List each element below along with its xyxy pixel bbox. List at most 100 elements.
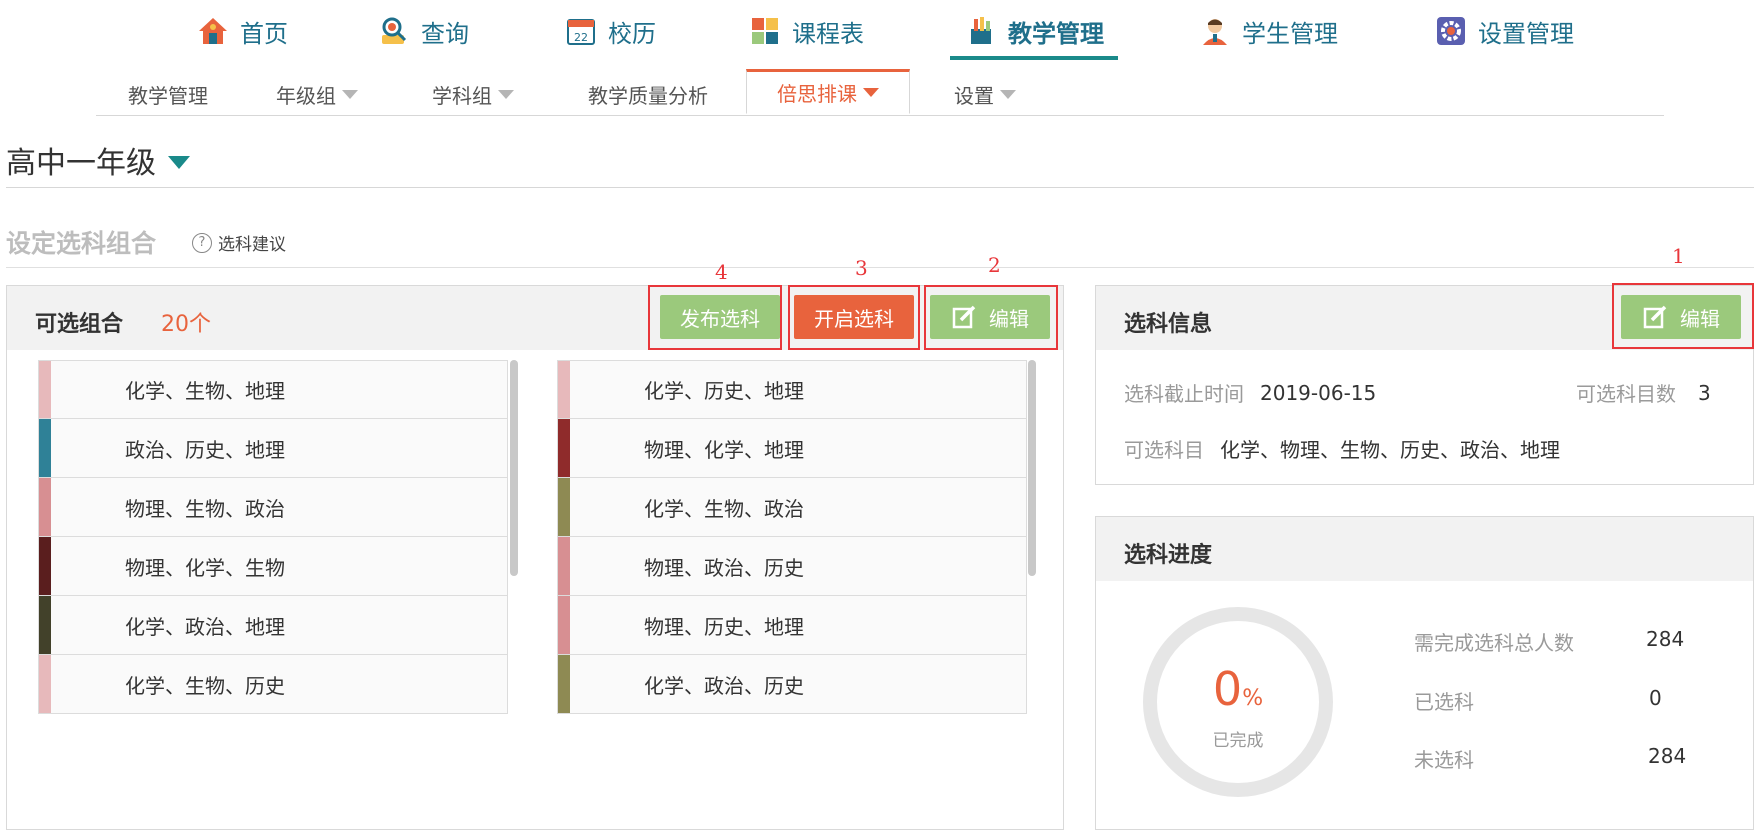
combo-item-label: 化学、生物、地理 (125, 379, 285, 403)
caret-down-icon (168, 155, 190, 169)
timetable-grid-icon (748, 14, 782, 48)
combos-list-right: 化学、历史、地理 物理、化学、地理 化学、生物、政治 物理、政治、历史 物理、历史、地理… (557, 360, 1027, 714)
subnav-quality-label: 教学质量分析 (588, 83, 708, 108)
annotation-number: 3 (855, 256, 868, 280)
subnav-subject-group-label: 学科组 (432, 83, 492, 108)
combo-item[interactable]: 化学、政治、地理 (38, 596, 508, 655)
subnav-scheduling-label: 倍思排课 (777, 82, 857, 106)
subnav-teaching[interactable]: 教学管理 (128, 72, 208, 116)
combo-color-bar (39, 655, 51, 713)
pencil-cup-icon (964, 14, 998, 48)
combo-item[interactable]: 物理、历史、地理 (557, 596, 1027, 655)
combo-color-bar (39, 419, 51, 477)
subnav-subject-group[interactable]: 学科组 (432, 72, 514, 116)
nav-query-label: 查询 (421, 19, 469, 48)
scrollbar[interactable] (1028, 360, 1036, 576)
combo-item-label: 物理、化学、生物 (125, 555, 285, 580)
annotation-number: 2 (988, 253, 1001, 277)
subject-count-value: 3 (1698, 380, 1711, 405)
combo-color-bar (558, 596, 570, 654)
selection-progress-header: 选科进度 (1096, 517, 1753, 581)
selection-advice-label: 选科建议 (218, 235, 286, 255)
nav-home-label: 首页 (240, 19, 288, 48)
subnav-grade-group[interactable]: 年级组 (276, 72, 358, 116)
gear-icon (1434, 14, 1468, 48)
combo-item-label: 化学、政治、地理 (125, 614, 285, 639)
selected-label: 已选科 (1414, 690, 1474, 714)
nav-query[interactable]: 查询 (377, 0, 469, 62)
combo-item[interactable]: 化学、生物、地理 (38, 360, 508, 419)
divider (6, 267, 1754, 268)
subjects-label: 可选科目 (1124, 438, 1204, 462)
annotation-box (924, 285, 1058, 350)
annotation-box (788, 285, 920, 350)
subnav-scheduling[interactable]: 倍思排课 (746, 69, 910, 114)
combo-item[interactable]: 物理、化学、生物 (38, 537, 508, 596)
progress-percent: 0% (1140, 662, 1336, 716)
unselected-label: 未选科 (1414, 748, 1474, 772)
nav-teaching-label: 教学管理 (1008, 19, 1104, 48)
progress-percent-sign: % (1242, 686, 1264, 711)
selection-info-title: 选科信息 (1124, 312, 1213, 337)
nav-students[interactable]: 学生管理 (1198, 0, 1338, 62)
scrollbar[interactable] (510, 360, 518, 576)
combo-color-bar (39, 361, 51, 418)
combo-item-label: 化学、历史、地理 (644, 379, 804, 403)
subnav-quality[interactable]: 教学质量分析 (588, 72, 708, 116)
nav-home[interactable]: 首页 (196, 0, 288, 62)
nav-teaching[interactable]: 教学管理 (950, 0, 1118, 62)
progress-done-label: 已完成 (1212, 731, 1264, 751)
unselected-value: 284 (1648, 744, 1687, 768)
search-magnifier-icon (377, 14, 411, 48)
combo-item[interactable]: 物理、生物、政治 (38, 478, 508, 537)
combo-item[interactable]: 物理、化学、地理 (557, 419, 1027, 478)
grade-label: 高中一年级 (6, 146, 156, 181)
combo-item-label: 物理、政治、历史 (644, 555, 804, 580)
total-students-value: 284 (1646, 627, 1685, 651)
combo-item[interactable]: 化学、历史、地理 (557, 360, 1027, 419)
grade-selector[interactable]: 高中一年级 (6, 138, 190, 182)
selection-progress-title: 选科进度 (1124, 543, 1213, 568)
caret-down-icon (498, 89, 514, 99)
nav-timetable[interactable]: 课程表 (748, 0, 864, 62)
total-students-label: 需完成选科总人数 (1414, 631, 1574, 655)
combo-item[interactable]: 化学、政治、历史 (557, 655, 1027, 714)
combo-item[interactable]: 政治、历史、地理 (38, 419, 508, 478)
combo-color-bar (558, 419, 570, 477)
combo-color-bar (558, 655, 570, 713)
combo-item[interactable]: 物理、政治、历史 (557, 537, 1027, 596)
combo-item-label: 物理、生物、政治 (125, 496, 285, 521)
combo-item-label: 物理、历史、地理 (644, 614, 804, 639)
question-mark-icon: ? (192, 232, 212, 253)
caret-down-icon (1000, 89, 1016, 99)
calendar-day: 22 (574, 31, 588, 44)
caret-down-icon (863, 88, 879, 97)
subjects-value: 化学、物理、生物、历史、政治、地理 (1220, 438, 1560, 462)
combo-color-bar (558, 361, 570, 418)
calendar-icon: 22 (564, 14, 598, 48)
nav-settings-label: 设置管理 (1478, 19, 1574, 48)
top-navigation: 首页 查询 22 校历 课程表 教学管理 学生管理 设置管理 (0, 0, 1758, 62)
subnav-teaching-label: 教学管理 (128, 83, 208, 108)
divider (6, 187, 1754, 188)
combo-item[interactable]: 化学、生物、政治 (557, 478, 1027, 537)
nav-settings[interactable]: 设置管理 (1434, 0, 1574, 62)
subjects-row: 可选科目 化学、物理、生物、历史、政治、地理 (1124, 434, 1560, 463)
combo-item[interactable]: 化学、生物、历史 (38, 655, 508, 714)
nav-timetable-label: 课程表 (792, 19, 864, 48)
combos-title: 可选组合 (35, 312, 124, 337)
student-person-icon (1198, 14, 1232, 48)
subnav-settings[interactable]: 设置 (954, 72, 1016, 116)
selection-advice-link[interactable]: ? 选科建议 (192, 230, 286, 255)
selected-value: 0 (1649, 686, 1662, 710)
annotation-number: 4 (715, 260, 728, 284)
deadline-value: 2019-06-15 (1260, 380, 1377, 405)
subnav-settings-label: 设置 (954, 83, 994, 108)
annotation-box (1612, 283, 1754, 349)
combos-count: 20个 (161, 312, 211, 337)
combo-item-label: 政治、历史、地理 (125, 437, 285, 462)
combo-color-bar (39, 596, 51, 654)
combo-item-label: 物理、化学、地理 (644, 437, 804, 462)
nav-calendar[interactable]: 22 校历 (564, 0, 656, 62)
combo-item-label: 化学、生物、政治 (644, 496, 804, 521)
